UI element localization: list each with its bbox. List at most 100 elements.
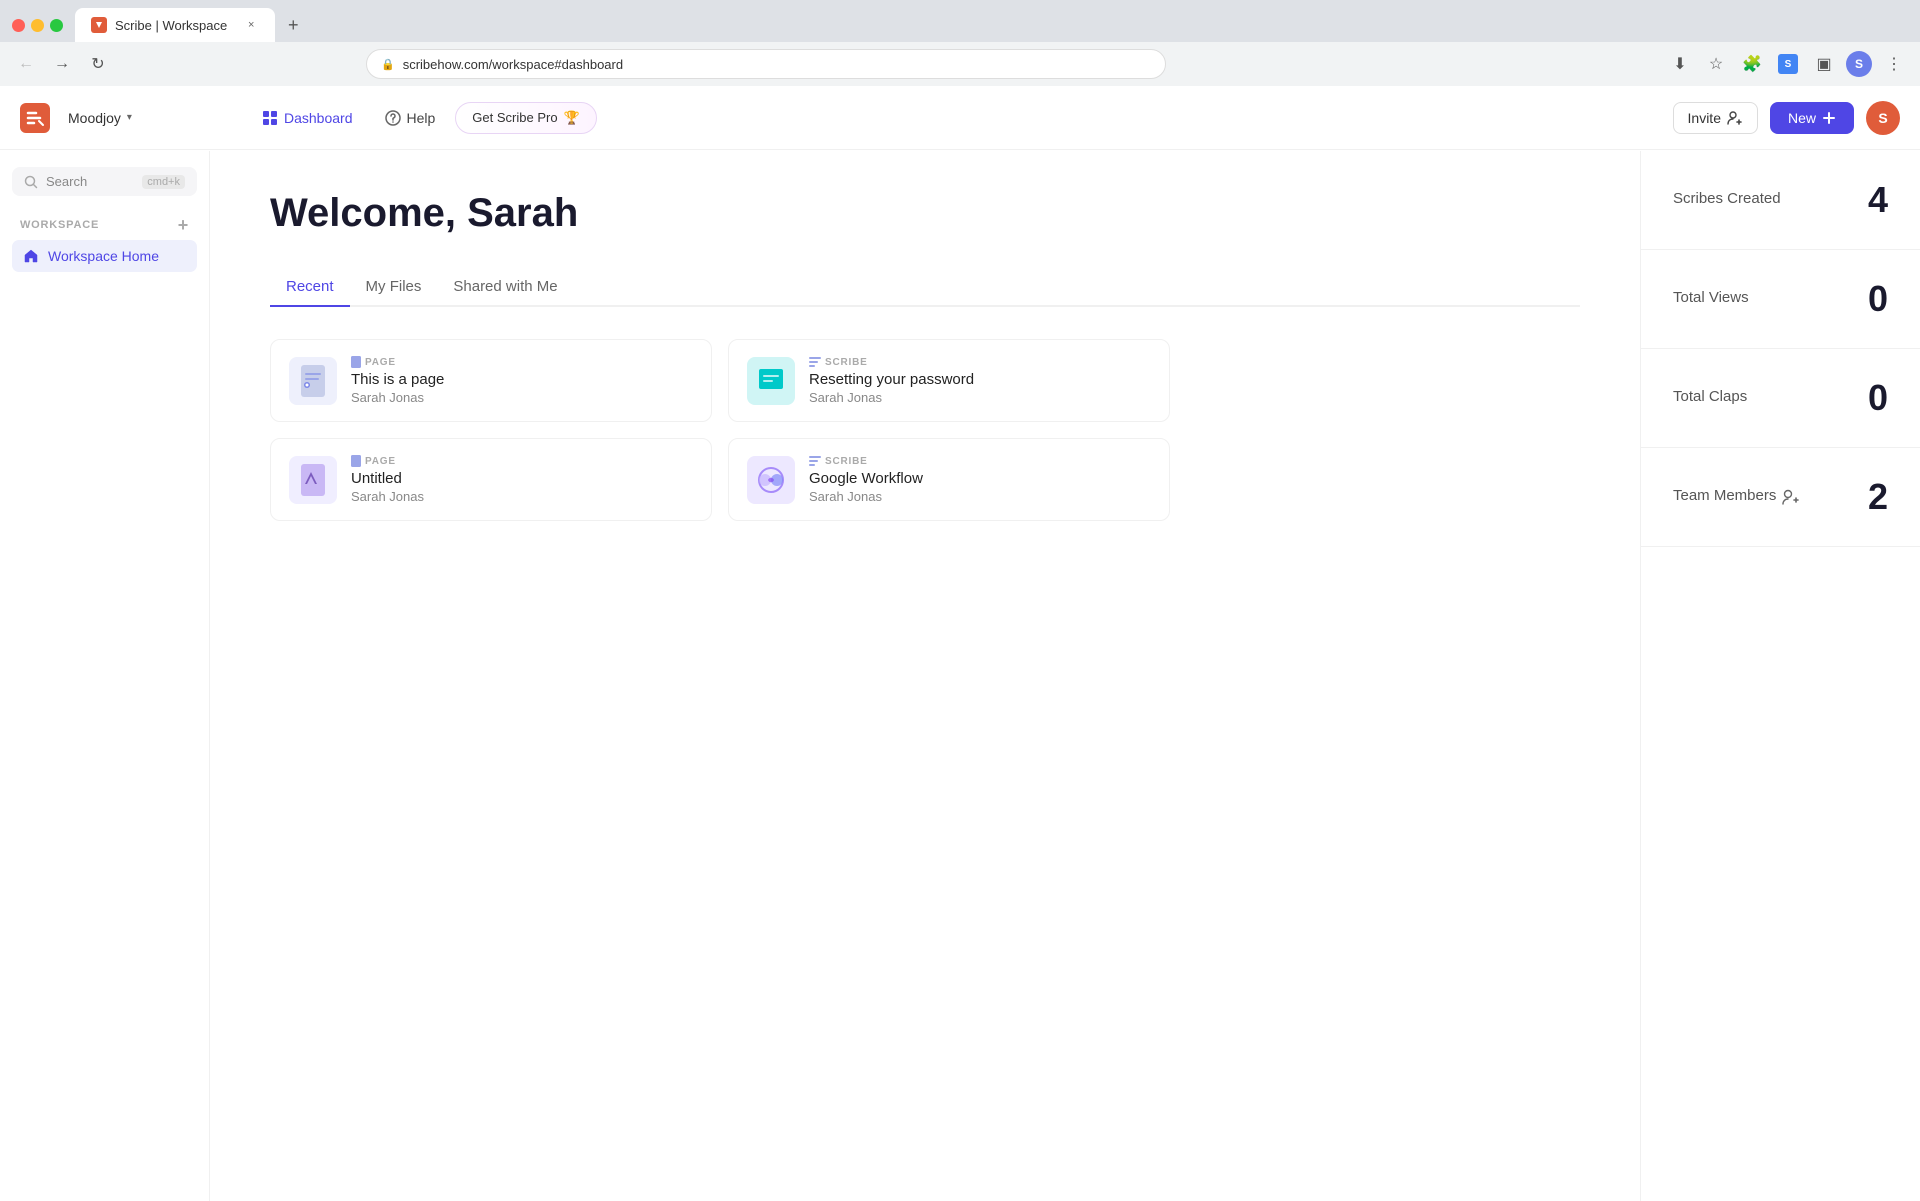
file-info-1: SCRIBE Resetting your password Sarah Jon… [809,357,1151,405]
stat-value-1: 0 [1868,278,1888,320]
main-content: Welcome, Sarah Recent My Files Shared wi… [210,151,1640,1201]
close-button[interactable] [12,19,25,32]
profile-extension-icon[interactable]: S [1774,50,1802,78]
file-name-1: Resetting your password [809,371,1151,388]
workspace-home-label: Workspace Home [48,248,159,264]
sidebar-toggle-icon[interactable]: ▣ [1810,50,1838,78]
sidebar-item-workspace-home[interactable]: Workspace Home [12,240,197,272]
file-name-2: Untitled [351,470,693,487]
url-display: scribehow.com/workspace#dashboard [403,57,1151,72]
browser-profile-avatar[interactable]: S [1846,51,1872,77]
lock-icon: 🔒 [381,58,395,71]
invite-button[interactable]: Invite [1673,102,1758,134]
star-icon[interactable]: ☆ [1702,50,1730,78]
tab-bar: Scribe | Workspace × + [0,0,1920,42]
search-box[interactable]: Search cmd+k [12,167,197,196]
get-pro-label: Get Scribe Pro [472,110,557,125]
search-shortcut: cmd+k [142,175,185,189]
user-avatar[interactable]: S [1866,101,1900,135]
file-info-2: PAGE Untitled Sarah Jonas [351,455,693,504]
maximize-button[interactable] [50,19,63,32]
dashboard-icon [262,110,278,126]
menu-icon[interactable]: ⋮ [1880,50,1908,78]
file-info-3: SCRIBE Google Workflow Sarah Jonas [809,456,1151,504]
help-icon [385,110,401,126]
workspace-name: Moodjoy [68,110,121,126]
stat-label-2: Total Claps [1673,388,1747,405]
tab-title: Scribe | Workspace [115,18,227,33]
file-thumb-2 [289,456,337,504]
dashboard-label: Dashboard [284,110,353,126]
file-name-0: This is a page [351,371,693,388]
logo-area: Moodjoy ▾ [20,103,230,133]
get-pro-button[interactable]: Get Scribe Pro 🏆 [455,102,596,134]
tab-close-btn[interactable]: × [243,17,259,33]
extension-icon[interactable]: 🧩 [1738,50,1766,78]
trophy-icon: 🏆 [564,110,580,126]
active-tab[interactable]: Scribe | Workspace × [75,8,275,42]
file-card-2[interactable]: PAGE Untitled Sarah Jonas [270,438,712,521]
back-button[interactable]: ← [12,50,40,78]
file-card-3[interactable]: SCRIBE Google Workflow Sarah Jonas [728,438,1170,521]
workspace-selector[interactable]: Moodjoy ▾ [58,106,142,130]
file-thumb-3 [747,456,795,504]
files-grid: PAGE This is a page Sarah Jonas [270,339,1170,521]
new-tab-button[interactable]: + [279,11,307,39]
file-card-1[interactable]: SCRIBE Resetting your password Sarah Jon… [728,339,1170,422]
app-body: Search cmd+k WORKSPACE + Workspace Home … [0,87,1920,1201]
stat-value-0: 4 [1868,179,1888,221]
stats-panel: Scribes Created 4 Total Views 0 Total Cl… [1640,151,1920,1201]
nav-center: Dashboard Help Get Scribe Pro 🏆 [230,102,1673,134]
nav-dashboard[interactable]: Dashboard [250,104,365,132]
nav-help[interactable]: Help [373,104,448,132]
top-nav: Moodjoy ▾ Dashboard Help Get Scribe Pro … [0,86,1920,150]
file-type-3: SCRIBE [809,456,1151,467]
invite-icon [1727,110,1743,126]
plus-icon [1822,111,1836,125]
file-author-2: Sarah Jonas [351,489,693,504]
tab-my-files[interactable]: My Files [350,268,438,307]
tab-shared-with-me[interactable]: Shared with Me [437,268,573,307]
add-workspace-item-button[interactable]: + [178,216,189,234]
browser-chrome: Scribe | Workspace × + ← → ↻ 🔒 scribehow… [0,0,1920,87]
team-members-icon [1782,489,1800,505]
chevron-down-icon: ▾ [127,112,132,123]
forward-button[interactable]: → [48,50,76,78]
stat-card-2: Total Claps 0 [1641,349,1920,448]
file-type-0: PAGE [351,356,693,368]
workspace-section-label: WORKSPACE + [12,216,197,234]
file-thumb-1 [747,357,795,405]
new-label: New [1788,110,1816,126]
search-icon [24,175,38,189]
new-button[interactable]: New [1770,102,1854,134]
stat-label-3: Team Members [1673,487,1776,504]
download-icon[interactable]: ⬇ [1666,50,1694,78]
minimize-button[interactable] [31,19,44,32]
scribe-list-icon-2 [809,456,821,466]
stat-label-1: Total Views [1673,289,1749,306]
file-card-0[interactable]: PAGE This is a page Sarah Jonas [270,339,712,422]
page-doc-icon-2 [351,455,361,467]
sidebar: Search cmd+k WORKSPACE + Workspace Home [0,151,210,1201]
help-label: Help [407,110,436,126]
page-doc-icon [351,356,361,368]
stat-value-3: 2 [1868,476,1888,518]
stat-card-1: Total Views 0 [1641,250,1920,349]
scribe-list-icon [809,357,821,367]
reload-button[interactable]: ↻ [84,50,112,78]
invite-label: Invite [1688,110,1721,126]
tab-recent[interactable]: Recent [270,268,350,307]
team-members-label-row: Team Members [1673,487,1800,508]
file-type-1: SCRIBE [809,357,1151,368]
file-thumb-0 [289,357,337,405]
search-placeholder: Search [46,174,134,189]
welcome-heading: Welcome, Sarah [270,191,1580,236]
tabs: Recent My Files Shared with Me [270,268,1580,307]
address-bar[interactable]: 🔒 scribehow.com/workspace#dashboard [366,49,1166,79]
traffic-lights [0,19,75,32]
scribe-logo [20,103,50,133]
stat-value-2: 0 [1868,377,1888,419]
file-type-2: PAGE [351,455,693,467]
nav-right: Invite New S [1673,101,1900,135]
stat-card-3: Team Members 2 [1641,448,1920,547]
